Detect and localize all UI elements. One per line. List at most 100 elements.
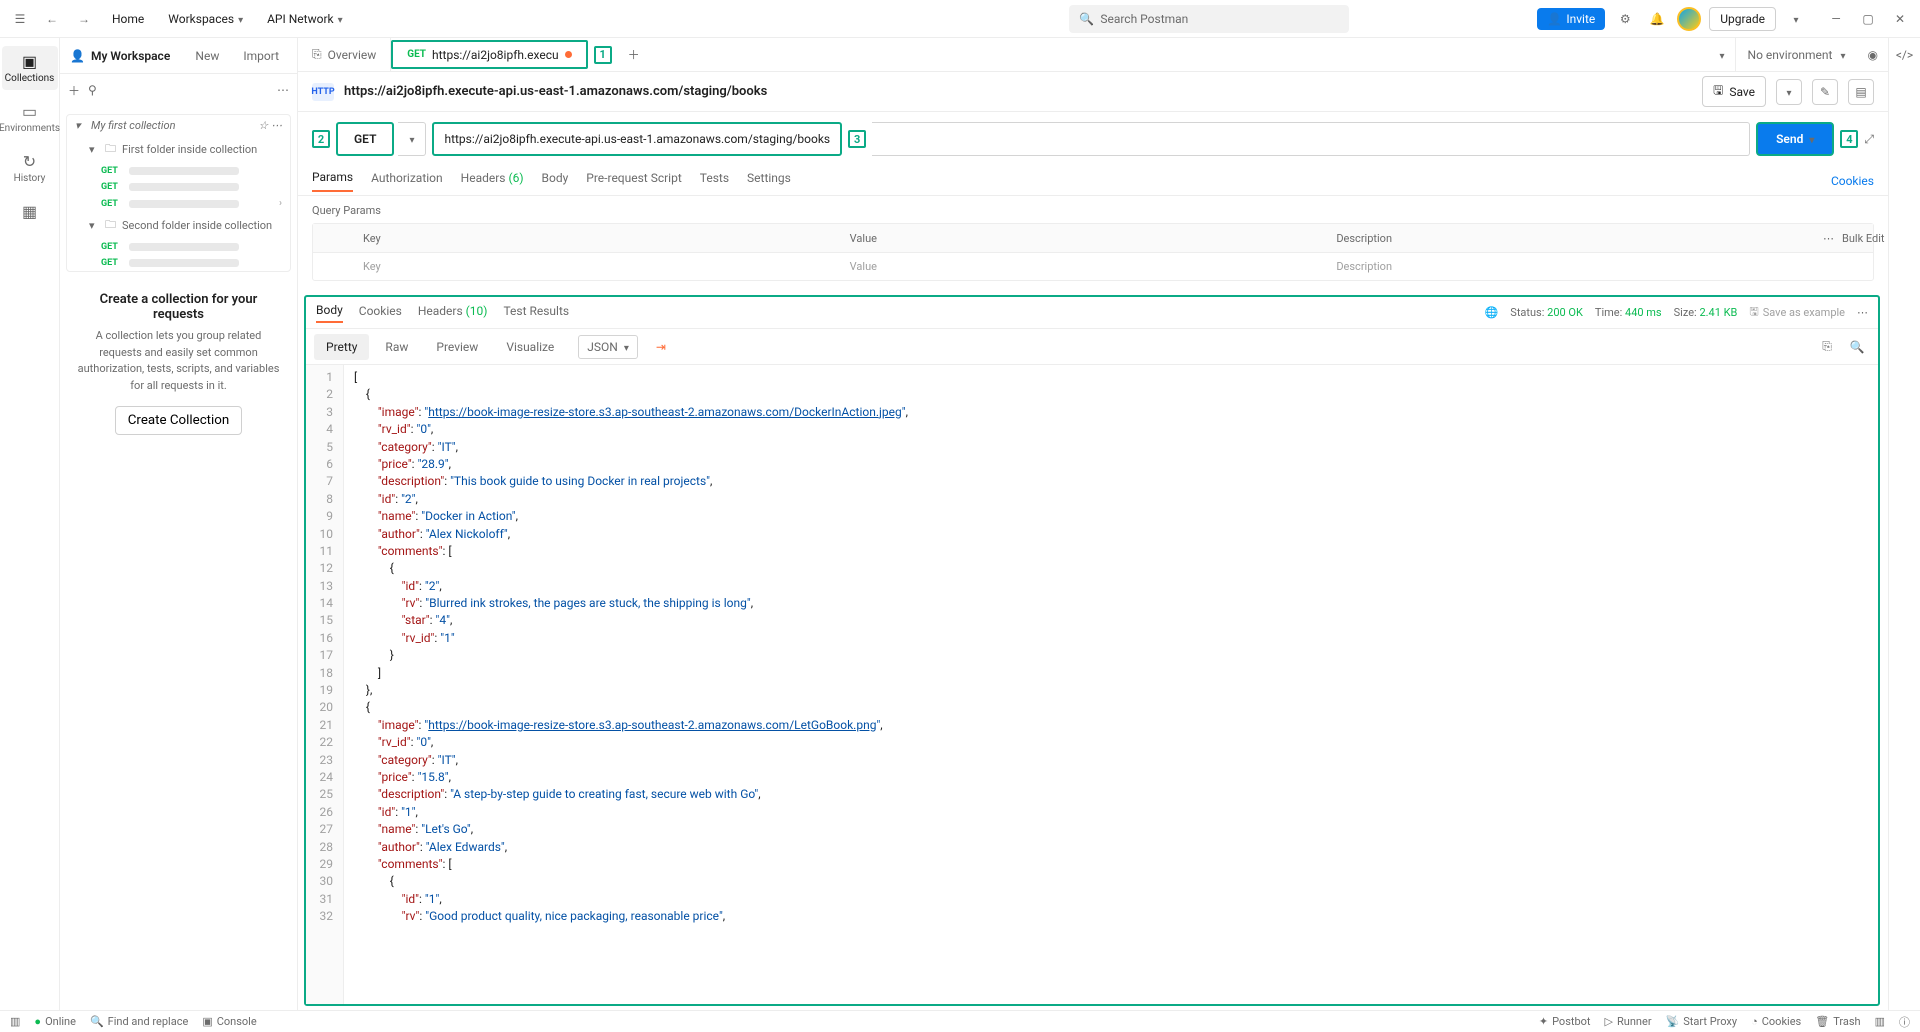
save-chevron[interactable] xyxy=(1776,79,1802,105)
resp-tab-cookies[interactable]: Cookies xyxy=(359,304,402,322)
qp-desc-input[interactable]: Description xyxy=(1326,260,1813,273)
window-close-icon[interactable]: ✕ xyxy=(1888,7,1912,31)
qp-key-input[interactable]: Key xyxy=(353,260,840,273)
send-button[interactable]: Send xyxy=(1756,122,1834,156)
view-visualize[interactable]: Visualize xyxy=(494,334,566,360)
code-body[interactable]: [ { "image": "https://book-image-resize-… xyxy=(344,365,918,1004)
save-button[interactable]: 🖫 Save xyxy=(1702,76,1766,107)
comments-icon[interactable]: ▤ xyxy=(1848,79,1874,105)
bulk-edit-link[interactable]: Bulk Edit xyxy=(1842,232,1885,245)
footer-find-replace[interactable]: 🔍Find and replace xyxy=(90,1015,188,1028)
trash-icon: 🗑 xyxy=(1815,1015,1829,1028)
subtab-authorization[interactable]: Authorization xyxy=(371,171,443,191)
footer-help-icon[interactable]: ⓘ xyxy=(1899,1014,1910,1030)
home-link[interactable]: Home xyxy=(104,8,152,30)
window-maximize-icon[interactable]: ▢ xyxy=(1856,7,1880,31)
request-row[interactable]: GET xyxy=(67,255,290,271)
api-network-dropdown[interactable]: API Network xyxy=(259,8,351,30)
create-collection-button[interactable]: Create Collection xyxy=(115,406,242,435)
add-icon[interactable]: ＋ xyxy=(68,82,80,99)
upgrade-chevron[interactable] xyxy=(1784,7,1808,31)
url-input-rest[interactable] xyxy=(872,122,1750,156)
collection-more-icon[interactable]: ⋯ xyxy=(271,119,282,132)
footer-postbot[interactable]: ✦Postbot xyxy=(1539,1015,1591,1028)
rail-history[interactable]: ↻ History xyxy=(2,146,58,190)
save-as-example-button[interactable]: 🖫Save as example xyxy=(1749,303,1845,322)
view-preview[interactable]: Preview xyxy=(424,334,490,360)
workspace-name[interactable]: 👤 My Workspace xyxy=(70,49,179,63)
footer-runner[interactable]: ▷Runner xyxy=(1605,1015,1652,1028)
qp-options-icon[interactable]: ⋯ xyxy=(1823,232,1834,245)
runner-label: Runner xyxy=(1617,1015,1652,1028)
cookies-link[interactable]: Cookies xyxy=(1831,174,1874,188)
resp-tab-headers[interactable]: Headers (10) xyxy=(418,304,488,322)
settings-icon[interactable]: ⚙ xyxy=(1613,7,1637,31)
request-row[interactable]: GET› xyxy=(67,195,290,212)
workspaces-dropdown[interactable]: Workspaces xyxy=(160,8,251,30)
forward-icon[interactable]: → xyxy=(72,7,96,31)
footer-online[interactable]: ●Online xyxy=(34,1015,76,1028)
new-button[interactable]: New xyxy=(187,46,227,66)
tab-request[interactable]: GET https://ai2jo8ipfh.execu xyxy=(391,40,587,69)
tab-overview[interactable]: ⎘ Overview xyxy=(298,38,391,71)
window-minimize-icon[interactable]: — xyxy=(1824,7,1848,31)
footer-start-proxy[interactable]: 📡Start Proxy xyxy=(1666,1015,1738,1028)
subtab-body[interactable]: Body xyxy=(542,171,569,191)
env-quicklook-icon[interactable]: ◉ xyxy=(1858,38,1888,71)
expand-icon[interactable]: ⤢ xyxy=(1864,132,1874,147)
subtab-headers[interactable]: Headers (6) xyxy=(461,171,524,191)
collections-icon: ▣ xyxy=(22,52,37,71)
back-icon[interactable]: ← xyxy=(40,7,64,31)
resp-tab-tests[interactable]: Test Results xyxy=(503,304,569,322)
tabs-chevron[interactable] xyxy=(1709,38,1734,71)
find-label: Find and replace xyxy=(108,1015,189,1028)
star-icon[interactable]: ☆ xyxy=(258,119,268,132)
copy-icon[interactable]: ⎘ xyxy=(1814,334,1840,360)
view-raw[interactable]: Raw xyxy=(373,334,420,360)
qp-value-input[interactable]: Value xyxy=(840,260,1327,273)
upgrade-button[interactable]: Upgrade xyxy=(1709,7,1776,31)
filter-icon[interactable]: ⚲ xyxy=(88,83,97,97)
import-button[interactable]: Import xyxy=(235,46,287,66)
footer-cookies[interactable]: ◔Cookies xyxy=(1751,1015,1801,1028)
menu-icon[interactable]: ☰ xyxy=(8,7,32,31)
subtab-prerequest[interactable]: Pre-request Script xyxy=(586,171,681,191)
format-select[interactable]: JSON xyxy=(578,335,638,359)
edit-icon[interactable]: ✎ xyxy=(1812,79,1838,105)
rail-more[interactable]: ▦ xyxy=(2,196,58,227)
search-response-icon[interactable]: 🔍 xyxy=(1844,334,1870,360)
history-icon: ↻ xyxy=(23,152,36,171)
request-row[interactable]: GET xyxy=(67,179,290,195)
rail-collections[interactable]: ▣ Collections xyxy=(2,46,58,90)
subtab-tests[interactable]: Tests xyxy=(700,171,729,191)
http-tag-icon: HTTP xyxy=(312,83,334,101)
request-row[interactable]: GET xyxy=(67,239,290,255)
request-row[interactable]: GET xyxy=(67,163,290,179)
save-example-label: Save as example xyxy=(1763,306,1845,319)
subtab-settings[interactable]: Settings xyxy=(747,171,791,191)
footer-console[interactable]: ▣Console xyxy=(202,1015,256,1028)
view-pretty[interactable]: Pretty xyxy=(314,334,369,360)
avatar[interactable] xyxy=(1677,7,1701,31)
method-chevron[interactable] xyxy=(398,122,426,156)
rail-environments[interactable]: ▭ Environments xyxy=(2,96,58,140)
invite-button[interactable]: 👤 Invite xyxy=(1537,8,1605,30)
notifications-icon[interactable]: 🔔 xyxy=(1645,7,1669,31)
search-input[interactable]: 🔍 Search Postman xyxy=(1069,5,1349,33)
new-tab-button[interactable]: ＋ xyxy=(618,38,650,71)
resp-more-icon[interactable]: ⋯ xyxy=(1857,306,1868,319)
subtab-params[interactable]: Params xyxy=(312,170,353,192)
folder-row-1[interactable]: ▾🗀 First folder inside collection xyxy=(67,136,290,163)
footer-trash[interactable]: 🗑Trash xyxy=(1815,1015,1860,1028)
collection-row[interactable]: ▾My first collection ☆ ⋯ xyxy=(67,115,290,136)
sidebar-more-icon[interactable]: ⋯ xyxy=(277,83,289,97)
url-input[interactable]: https://ai2jo8ipfh.execute-api.us-east-1… xyxy=(432,122,842,156)
environment-select[interactable]: No environment xyxy=(1735,38,1858,71)
resp-tab-body[interactable]: Body xyxy=(316,303,343,323)
folder-row-2[interactable]: ▾🗀 Second folder inside collection xyxy=(67,212,290,239)
wrap-lines-icon[interactable]: ⇥ xyxy=(648,334,674,360)
method-select[interactable]: GET xyxy=(336,122,394,156)
code-snippet-icon[interactable]: </> xyxy=(1896,48,1913,62)
footer-layout-icon[interactable]: ▥ xyxy=(1875,1015,1885,1028)
footer-panel-icon[interactable]: ▥ xyxy=(10,1015,20,1028)
